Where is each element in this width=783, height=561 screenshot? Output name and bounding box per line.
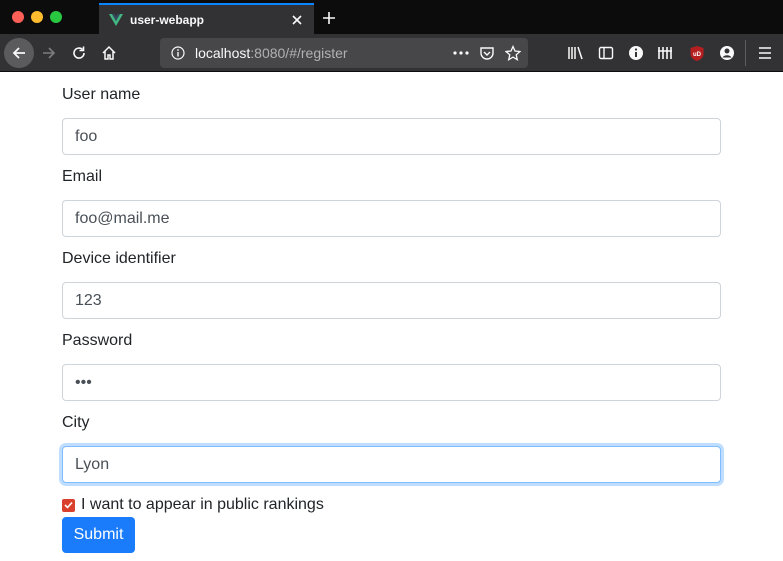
url-host: localhost	[195, 45, 251, 61]
vue-logo-icon	[109, 13, 123, 27]
device-identifier-label: Device identifier	[62, 250, 176, 267]
maximize-window-button[interactable]	[50, 11, 62, 23]
password-input[interactable]	[62, 364, 721, 401]
url-text[interactable]: localhost:8080/#/register	[195, 45, 450, 61]
password-group: Password	[62, 331, 721, 401]
navigation-toolbar: localhost:8080/#/register uD	[0, 34, 783, 72]
url-path: :8080/#/register	[250, 45, 348, 61]
city-input[interactable]	[62, 446, 721, 483]
public-rankings-label[interactable]: I want to appear in public rankings	[81, 496, 324, 514]
city-label: City	[62, 414, 90, 431]
page-content: User name Email Device identifier Passwo…	[0, 72, 783, 561]
close-tab-icon[interactable]	[288, 11, 306, 29]
page-actions-icon[interactable]	[450, 42, 472, 64]
email-group: Email	[62, 167, 721, 237]
ublock-icon[interactable]: uD	[686, 42, 708, 64]
svg-text:uD: uD	[693, 52, 702, 58]
library-icon[interactable]	[565, 42, 587, 64]
email-input[interactable]	[62, 200, 721, 237]
submit-button[interactable]: Submit	[62, 517, 135, 553]
extension-bars-icon[interactable]	[655, 42, 677, 64]
toolbar-divider	[745, 40, 746, 66]
username-label: User name	[62, 86, 141, 103]
email-label: Email	[62, 168, 103, 185]
title-bar: user-webapp	[0, 0, 783, 34]
site-info-icon[interactable]	[170, 45, 186, 61]
public-rankings-checkbox[interactable]	[62, 498, 75, 512]
pocket-icon[interactable]	[476, 42, 498, 64]
new-tab-icon[interactable]	[318, 7, 340, 29]
minimize-window-button[interactable]	[31, 11, 43, 23]
device-identifier-group: Device identifier	[62, 249, 721, 319]
sidebar-icon[interactable]	[595, 42, 617, 64]
username-input[interactable]	[62, 118, 721, 155]
back-arrow-icon[interactable]	[4, 38, 34, 68]
home-icon[interactable]	[98, 42, 120, 64]
reload-icon[interactable]	[68, 42, 90, 64]
forward-arrow-icon[interactable]	[38, 42, 60, 64]
bookmark-star-icon[interactable]	[502, 42, 524, 64]
username-group: User name	[62, 85, 721, 155]
tab-title: user-webapp	[130, 12, 205, 27]
device-identifier-input[interactable]	[62, 282, 721, 319]
password-label: Password	[62, 332, 133, 349]
account-icon[interactable]	[716, 42, 738, 64]
browser-tab[interactable]: user-webapp	[99, 3, 314, 34]
menu-icon[interactable]	[754, 42, 776, 64]
public-rankings-row: I want to appear in public rankings	[62, 496, 324, 514]
address-bar[interactable]: localhost:8080/#/register	[160, 38, 528, 68]
info-extension-icon[interactable]	[625, 42, 647, 64]
close-window-button[interactable]	[12, 11, 24, 23]
city-group: City	[62, 413, 721, 483]
